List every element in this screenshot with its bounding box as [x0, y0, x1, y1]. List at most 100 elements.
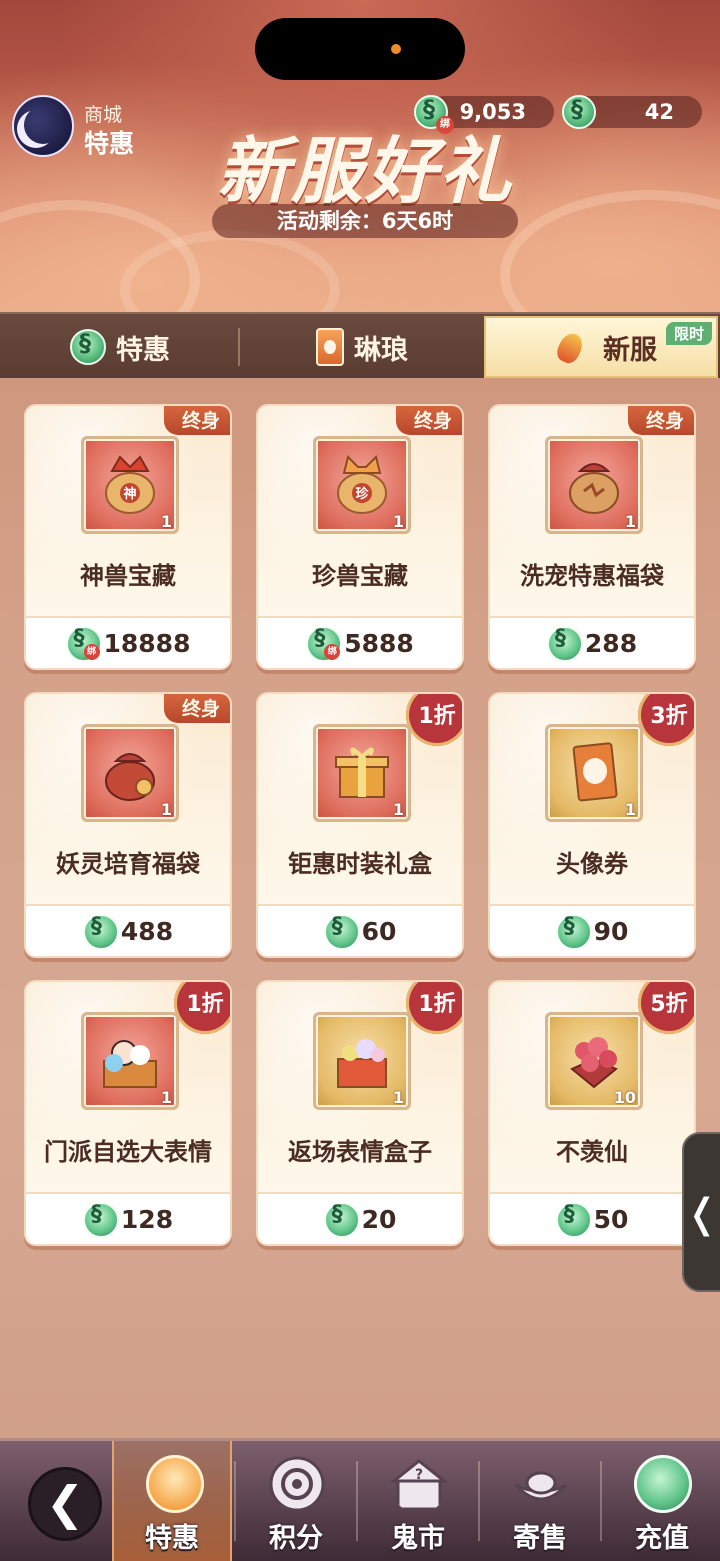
discount-badge: 1折 [174, 982, 230, 1034]
event-timer: 活动剩余：6天6时 [212, 204, 518, 238]
item-image: 1 [81, 724, 179, 822]
main-currency-value: 42 [644, 100, 674, 124]
price-button[interactable]: 288 [490, 616, 694, 668]
nav-label: 积分 [269, 1523, 323, 1554]
item-card[interactable]: 1折 1 门派自选大表情 128 [24, 980, 232, 1246]
jade-bound-coin-icon: 绑 [65, 626, 102, 662]
tab-label: 新服 [603, 334, 657, 366]
item-price: 288 [584, 628, 638, 658]
price-button[interactable]: 60 [258, 904, 462, 956]
nav-label: 寄售 [513, 1523, 567, 1554]
item-price: 5888 [344, 628, 414, 658]
tab-label: 琳琅 [354, 334, 408, 366]
item-card[interactable]: 终身 1 洗宠特惠福袋 288 [488, 404, 696, 670]
item-price: 20 [361, 1204, 397, 1234]
item-name: 钜惠时装礼盒 [288, 850, 432, 878]
item-image: 1 [313, 724, 411, 822]
nav-jifen[interactable]: 积分 [236, 1441, 356, 1561]
lucky-bag-icon [569, 463, 619, 514]
item-name: 妖灵培育福袋 [56, 850, 200, 878]
item-image: 1 [545, 724, 643, 822]
nav-jishou[interactable]: 寄售 [480, 1441, 600, 1561]
gift-bag-icon [146, 1455, 204, 1513]
lucky-bag-icon [105, 753, 155, 801]
back-arrow-icon: ❮ [45, 1476, 85, 1530]
item-name: 神兽宝藏 [80, 562, 176, 590]
item-card[interactable]: 1折 1 钜惠时装礼盒 60 [256, 692, 464, 958]
jade-coin-icon [555, 1202, 592, 1238]
lifetime-tag: 终身 [627, 406, 694, 435]
art-char: 神 [123, 486, 136, 502]
jade-recharge-icon [634, 1455, 692, 1513]
nav-label: 鬼市 [391, 1523, 445, 1554]
emote-box-icon [337, 1039, 387, 1088]
jade-coin-icon [323, 914, 360, 950]
item-name: 头像券 [556, 850, 628, 878]
price-button[interactable]: 20 [258, 1192, 462, 1244]
item-quantity: 10 [613, 1088, 636, 1107]
nav-guishi[interactable]: ? 鬼市 [358, 1441, 478, 1561]
item-card[interactable]: 1折 1 返场表情盒子 20 [256, 980, 464, 1246]
chevron-left-icon: ❬ [685, 1191, 719, 1237]
item-image: 1 [313, 1012, 411, 1110]
rose-bouquet-icon [570, 1037, 618, 1089]
item-card[interactable]: 终身 珍 1 珍兽宝藏 绑 5888 [256, 404, 464, 670]
price-button[interactable]: 488 [26, 904, 230, 956]
price-button[interactable]: 90 [490, 904, 694, 956]
jade-coin-icon [323, 1202, 360, 1238]
tab-linlang[interactable]: 琳琅 [240, 314, 484, 380]
nav-label: 充值 [635, 1523, 689, 1554]
art-char: 珍 [355, 486, 369, 502]
tab-label: 特惠 [116, 334, 170, 366]
event-title: 新服好礼 [216, 128, 513, 213]
item-quantity: 1 [624, 800, 636, 819]
price-button[interactable]: 绑 18888 [26, 616, 230, 668]
item-quantity: 1 [392, 1088, 404, 1107]
item-price: 50 [593, 1204, 629, 1234]
jade-coin-icon [546, 626, 583, 662]
nav-chongzhi[interactable]: 充值 [602, 1441, 720, 1561]
price-button[interactable]: 128 [26, 1192, 230, 1244]
item-price: 90 [593, 916, 629, 946]
lifetime-tag: 终身 [163, 694, 230, 723]
tab-tehui[interactable]: 特惠 [0, 314, 240, 380]
item-image: 1 [545, 436, 643, 534]
back-button[interactable]: ❮ [28, 1467, 102, 1541]
nav-tehui[interactable]: 特惠 [112, 1441, 232, 1561]
discount-badge: 1折 [406, 982, 462, 1034]
lifetime-tag: 终身 [395, 406, 462, 435]
jade-coin-icon [82, 1202, 119, 1238]
treasure-bag-icon: 神 [105, 455, 155, 514]
price-button[interactable]: 50 [490, 1192, 694, 1244]
item-card[interactable]: 3折 1 头像券 90 [488, 692, 696, 958]
jade-coin-icon [82, 914, 119, 950]
item-quantity: 1 [392, 512, 404, 531]
gift-box-icon [335, 747, 389, 798]
ghost-market-icon: ? [390, 1459, 448, 1511]
item-image: 神 1 [81, 436, 179, 534]
nav-label: 特惠 [145, 1523, 199, 1554]
jade-coin-icon [70, 329, 106, 365]
item-card[interactable]: 终身 神 1 神兽宝藏 绑 18888 [24, 404, 232, 670]
price-button[interactable]: 绑 5888 [258, 616, 462, 668]
item-price: 488 [120, 916, 174, 946]
camera-notch [255, 18, 465, 80]
discount-badge: 5折 [638, 982, 694, 1034]
item-card[interactable]: 5折 10 不羡仙 50 [488, 980, 696, 1246]
item-quantity: 1 [624, 512, 636, 531]
shop-sub-label: 特惠 [84, 129, 135, 158]
item-name: 门派自选大表情 [44, 1138, 212, 1166]
discount-badge: 3折 [638, 694, 694, 746]
item-card[interactable]: 终身 1 妖灵培育福袋 488 [24, 692, 232, 958]
tab-xinfu[interactable]: 新服 限时 [484, 316, 718, 378]
jade-icon [562, 95, 596, 129]
jade-bound-coin-icon: 绑 [306, 626, 343, 662]
category-tabs: 特惠 琳琅 新服 限时 [0, 312, 720, 378]
side-expand-button[interactable]: ❬ [682, 1132, 720, 1292]
item-name: 洗宠特惠福袋 [520, 562, 664, 590]
avatar-ticket-icon [572, 742, 618, 802]
bottom-nav: ❮ 特惠 积分 ? 鬼市 寄售 充值 [0, 1438, 720, 1561]
moon-icon[interactable] [12, 95, 74, 157]
item-image: 10 [545, 1012, 643, 1110]
ingot-icon [514, 1471, 568, 1501]
